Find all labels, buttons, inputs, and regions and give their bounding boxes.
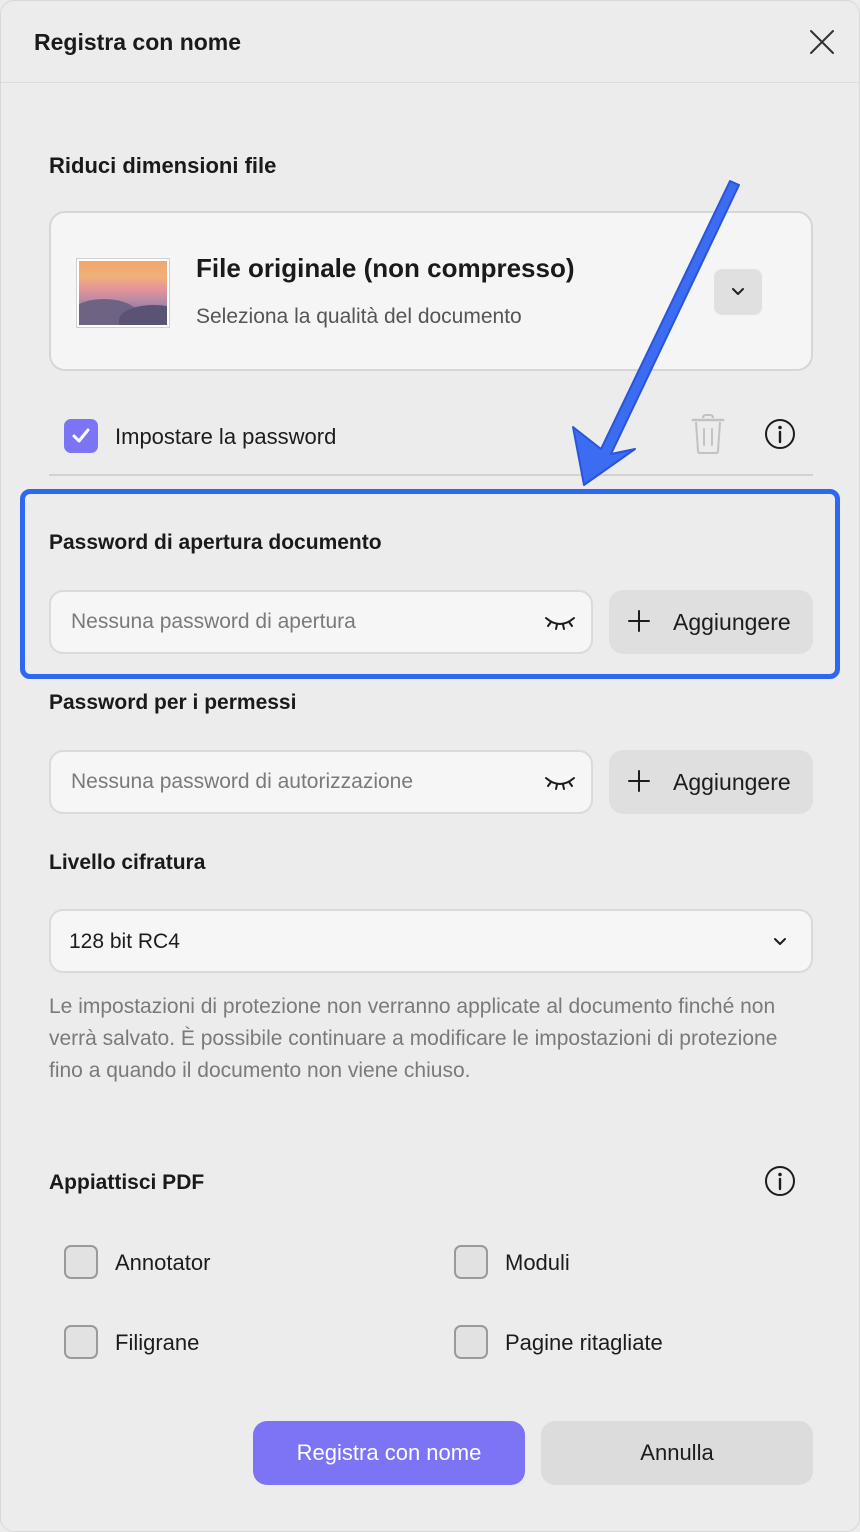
add-open-password-label: Aggiungere (673, 609, 791, 635)
encryption-level-label: Livello cifratura (49, 851, 206, 874)
add-permissions-password-button[interactable]: Aggiungere (609, 750, 813, 814)
quality-subtitle: Seleziona la qualità del documento (196, 305, 522, 328)
quality-selector-card[interactable]: File originale (non compresso) Seleziona… (49, 211, 813, 371)
permissions-password-input[interactable] (71, 752, 531, 812)
section-divider (49, 474, 813, 476)
info-icon (765, 419, 795, 449)
save-as-button[interactable]: Registra con nome (253, 1421, 525, 1485)
password-info-button[interactable] (759, 413, 801, 455)
flatten-watermarks-label: Filigrane (115, 1330, 200, 1355)
quality-title: File originale (non compresso) (196, 253, 575, 283)
info-icon (765, 1166, 795, 1196)
eye-closed-icon[interactable] (543, 608, 577, 636)
dialog-title: Registra con nome (34, 29, 242, 55)
open-password-label: Password di apertura documento (49, 531, 382, 554)
flatten-forms-label: Moduli (505, 1250, 570, 1275)
plus-icon (628, 610, 650, 632)
protection-note: Le impostazioni di protezione non verran… (49, 995, 778, 1082)
eye-closed-icon[interactable] (543, 768, 577, 796)
flatten-annotator-label: Annotator (115, 1250, 211, 1275)
dialog-titlebar: Registra con nome (1, 1, 860, 83)
set-password-checkbox[interactable] (64, 419, 98, 453)
flatten-info-button[interactable] (759, 1160, 801, 1202)
close-button[interactable] (801, 21, 843, 63)
plus-icon (628, 770, 650, 792)
encryption-level-value: 128 bit RC4 (69, 930, 180, 953)
set-password-label: Impostare la password (115, 424, 337, 449)
chevron-down-icon (732, 288, 744, 295)
encryption-level-select[interactable]: 128 bit RC4 (49, 909, 813, 973)
delete-password-button[interactable] (687, 413, 729, 455)
flatten-cropped-pages-checkbox[interactable] (454, 1325, 488, 1359)
save-as-dialog: Registra con nome Riduci dimensioni file… (0, 0, 860, 1532)
flatten-cropped-pages-label: Pagine ritagliate (505, 1330, 663, 1355)
checkmark-icon (72, 428, 90, 443)
document-thumbnail (77, 259, 169, 327)
flatten-forms-checkbox[interactable] (454, 1245, 488, 1279)
permissions-password-label: Password per i permessi (49, 691, 297, 714)
open-password-input[interactable] (71, 592, 531, 652)
permissions-password-field[interactable] (49, 750, 593, 814)
flatten-annotator-checkbox[interactable] (64, 1245, 98, 1279)
cancel-button[interactable]: Annulla (541, 1421, 813, 1485)
quality-dropdown-button[interactable] (714, 269, 762, 315)
close-icon (810, 30, 834, 54)
chevron-down-icon (774, 938, 786, 945)
add-open-password-button[interactable]: Aggiungere (609, 590, 813, 654)
compression-section-label: Riduci dimensioni file (49, 153, 277, 178)
flatten-watermarks-checkbox[interactable] (64, 1325, 98, 1359)
trash-icon (691, 414, 725, 454)
open-password-field[interactable] (49, 590, 593, 654)
flatten-pdf-label: Appiattisci PDF (49, 1171, 205, 1194)
add-permissions-password-label: Aggiungere (673, 769, 791, 795)
